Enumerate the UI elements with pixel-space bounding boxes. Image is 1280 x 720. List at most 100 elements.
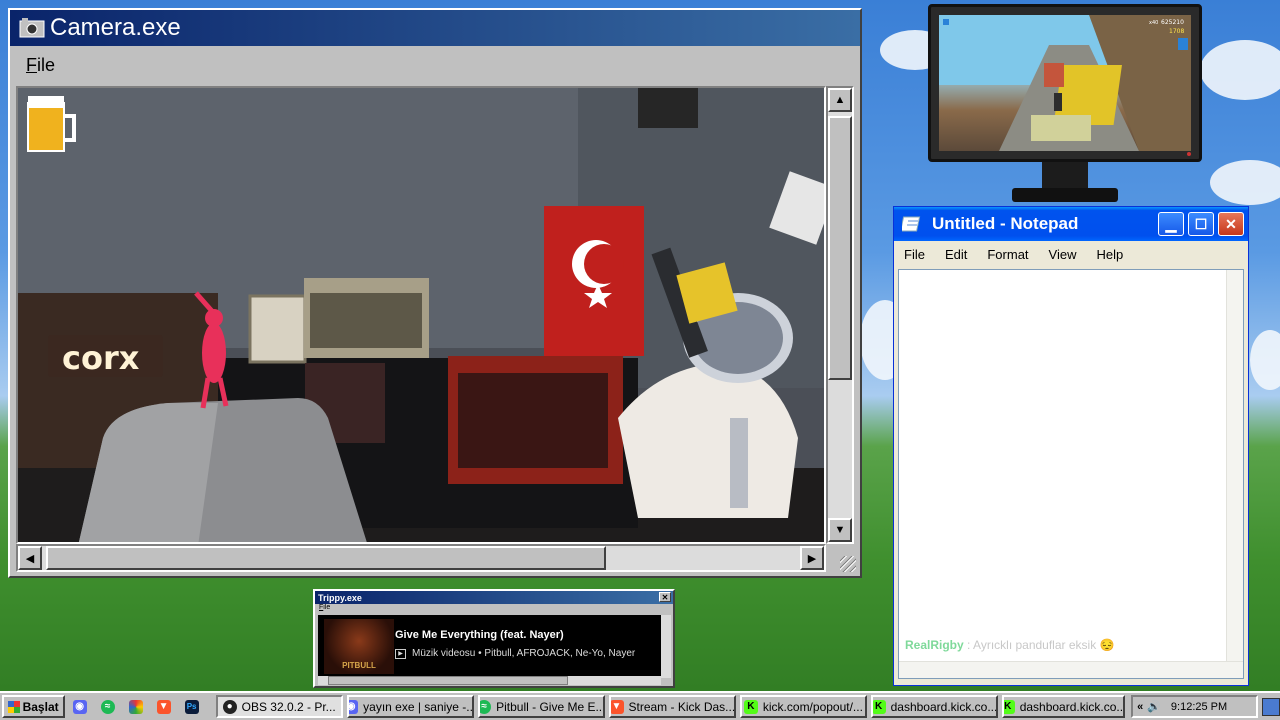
scroll-thumb[interactable] — [828, 116, 852, 380]
discord-icon: ◉ — [348, 699, 359, 714]
chat-text: Ayrıcklı panduflar eksik 😔 — [973, 638, 1115, 652]
neon-sign-text: corx — [62, 339, 140, 377]
quick-launch: ◉ ≈ ▼ Ps — [72, 699, 204, 714]
game-coins: 1708 — [1169, 28, 1184, 35]
notepad-window: Untitled - Notepad ▁ ☐ ✕ File Edit Forma… — [893, 206, 1249, 686]
camera-feed: corx — [16, 86, 826, 544]
brave-icon: ▼ — [610, 699, 624, 714]
close-button[interactable]: ✕ — [1218, 212, 1244, 236]
notepad-menu-help[interactable]: Help — [1096, 247, 1123, 262]
task-label: dashboard.kick.co... — [890, 699, 998, 714]
task-label: OBS 32.0.2 - Pr... — [241, 699, 336, 714]
cloud — [1210, 160, 1280, 205]
obs-icon: ● — [222, 699, 237, 714]
task-label: Pitbull - Give Me E... — [496, 699, 605, 714]
monitor-neck — [1042, 162, 1088, 188]
spotify-icon: ≈ — [479, 699, 492, 714]
trippy-menu-file[interactable]: File — [319, 604, 330, 611]
track-title: Give Me Everything (feat. Nayer) — [395, 629, 564, 641]
game-multiplier: x40 — [1149, 20, 1158, 26]
minimize-button[interactable]: ▁ — [1158, 212, 1184, 236]
notepad-menu-view[interactable]: View — [1049, 247, 1077, 262]
scroll-thumb[interactable] — [46, 546, 606, 570]
paint-icon[interactable] — [128, 699, 143, 714]
scroll-down-button[interactable]: ▼ — [828, 518, 852, 542]
start-label: Başlat — [22, 699, 59, 714]
system-tray: « 🔊 9:12:25 PM — [1131, 695, 1259, 718]
kick-icon: K — [1004, 699, 1015, 714]
task-obs[interactable]: ● OBS 32.0.2 - Pr... — [215, 695, 343, 718]
task-label: kick.com/popout/... — [762, 699, 863, 714]
chat-message: RealRigby : Ayrıcklı panduflar eksik 😔 — [905, 638, 1114, 652]
notepad-menu-edit[interactable]: Edit — [945, 247, 967, 262]
track-meta: Müzik videosu • Pitbull, AFROJACK, Ne-Yo… — [412, 648, 636, 659]
task-brave[interactable]: ▼ Stream - Kick Das... — [608, 695, 736, 718]
discord-icon[interactable]: ◉ — [72, 699, 87, 714]
task-spotify[interactable]: ≈ Pitbull - Give Me E... — [477, 695, 605, 718]
monitor-stand — [1012, 188, 1118, 202]
trippy-titlebar[interactable]: Trippy.exe ✕ — [315, 591, 673, 604]
scroll-right-button[interactable]: ▶ — [800, 546, 824, 570]
camera-window: Camera.exe File corx ▲ ▼ ◀ ▶ — [8, 8, 862, 578]
monitor-bezel: 625210 x40 1708 — [928, 4, 1202, 162]
camera-titlebar[interactable]: Camera.exe — [10, 10, 860, 46]
show-desktop-icon[interactable] — [1262, 697, 1280, 716]
game-score: 625210 — [1161, 19, 1184, 26]
task-kick-popout[interactable]: K kick.com/popout/... — [739, 695, 867, 718]
taskbar: Başlat ◉ ≈ ▼ Ps ● OBS 32.0.2 - Pr... ◉ y… — [0, 691, 1280, 720]
scroll-left-button[interactable]: ◀ — [18, 546, 42, 570]
album-art-label: PITBULL — [342, 661, 376, 670]
notepad-vscroll[interactable] — [1226, 270, 1243, 662]
notepad-app-icon — [902, 216, 921, 232]
close-button[interactable]: ✕ — [659, 592, 671, 602]
clock[interactable]: 9:12:25 PM — [1171, 701, 1227, 713]
task-kick-dashboard-2[interactable]: K dashboard.kick.co... — [1002, 695, 1126, 718]
trippy-hscroll[interactable] — [318, 676, 661, 685]
task-label: Stream - Kick Das... — [628, 699, 736, 714]
camera-title: Camera.exe — [50, 14, 181, 41]
now-playing-panel: PITBULL Give Me Everything (feat. Nayer)… — [318, 615, 661, 678]
start-button[interactable]: Başlat — [2, 695, 65, 718]
notepad-title: Untitled - Notepad — [932, 214, 1079, 233]
trippy-menubar: File — [315, 604, 673, 613]
kick-icon: K — [743, 699, 758, 714]
camera-menu-file[interactable]: File — [26, 55, 55, 76]
notepad-titlebar[interactable]: Untitled - Notepad ▁ ☐ ✕ — [894, 207, 1248, 241]
tray-expand-icon[interactable]: « — [1137, 701, 1143, 713]
camera-menubar: File — [10, 46, 860, 84]
notepad-menu-format[interactable]: Format — [987, 247, 1028, 262]
camera-horizontal-scrollbar[interactable]: ◀ ▶ — [16, 544, 826, 572]
power-led-icon — [1187, 152, 1191, 156]
notepad-text-area[interactable]: RealRigby : Ayrıcklı panduflar eksik 😔 — [898, 269, 1244, 679]
cloud — [1250, 330, 1280, 390]
trippy-title: Trippy.exe — [318, 592, 362, 603]
chat-username: RealRigby — [905, 638, 964, 652]
notepad-menubar: File Edit Format View Help — [894, 241, 1248, 267]
game-screen: 625210 x40 1708 — [939, 15, 1191, 151]
photoshop-icon[interactable]: Ps — [184, 699, 199, 714]
album-art: PITBULL — [324, 619, 394, 674]
game-monitor: 625210 x40 1708 — [928, 4, 1202, 204]
camera-app-icon — [19, 18, 45, 38]
video-icon: ▶ — [395, 648, 406, 659]
volume-icon[interactable]: 🔊 — [1147, 700, 1161, 713]
maximize-button[interactable]: ☐ — [1188, 212, 1214, 236]
spotify-icon[interactable]: ≈ — [100, 699, 115, 714]
task-discord[interactable]: ◉ yayın exe | saniye -... — [346, 695, 474, 718]
windows-logo-icon — [8, 700, 20, 713]
cloud — [1200, 40, 1280, 100]
kick-icon: K — [872, 699, 886, 714]
camera-vertical-scrollbar[interactable]: ▲ ▼ — [826, 86, 854, 544]
trippy-vscroll[interactable] — [661, 615, 671, 678]
resize-grip-icon[interactable] — [840, 556, 856, 572]
chat-separator: : — [963, 638, 974, 652]
task-kick-dashboard[interactable]: K dashboard.kick.co... — [870, 695, 998, 718]
task-label: yayın exe | saniye -... — [363, 699, 474, 714]
brave-icon[interactable]: ▼ — [156, 699, 171, 714]
scroll-up-button[interactable]: ▲ — [828, 88, 852, 112]
notepad-menu-file[interactable]: File — [904, 247, 925, 262]
notepad-hscroll[interactable] — [899, 661, 1243, 678]
webcam-scene: corx — [18, 88, 824, 542]
trippy-window: Trippy.exe ✕ File PITBULL Give Me Everyt… — [313, 589, 675, 688]
task-label: dashboard.kick.co... — [1019, 699, 1126, 714]
